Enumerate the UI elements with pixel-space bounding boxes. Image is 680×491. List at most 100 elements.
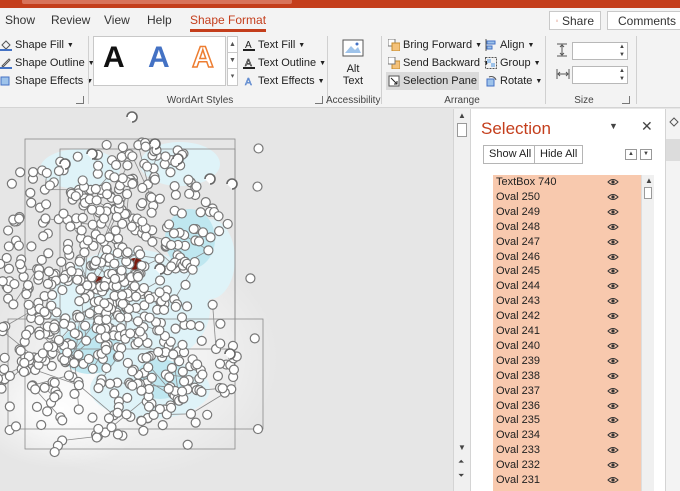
selected-shapes-graphic[interactable] <box>0 109 453 491</box>
previous-slide-icon[interactable]: ⏶ <box>458 457 464 467</box>
alt-text-button[interactable]: Alt Text <box>336 38 370 90</box>
selection-list-item[interactable]: Oval 240 <box>493 339 641 354</box>
visibility-eye-icon[interactable] <box>607 193 619 201</box>
wordart-styles-launcher[interactable] <box>315 96 323 104</box>
visibility-eye-icon[interactable] <box>607 476 619 484</box>
chevron-down-icon[interactable]: ▼ <box>228 53 237 69</box>
bring-forward-order-icon[interactable]: ▲ <box>625 149 637 160</box>
selection-pane-tab[interactable] <box>666 139 680 161</box>
visibility-eye-icon[interactable] <box>607 253 619 261</box>
selection-list-item[interactable]: Oval 241 <box>493 324 641 339</box>
selection-list-item[interactable]: Oval 243 <box>493 294 641 309</box>
visibility-eye-icon[interactable] <box>607 297 619 305</box>
tab-view[interactable]: View <box>104 13 130 27</box>
shape-outline-button[interactable]: Shape Outline ▼ <box>0 54 95 72</box>
scroll-up-icon[interactable]: ▲ <box>458 111 466 120</box>
slide-canvas[interactable] <box>0 109 453 491</box>
close-icon[interactable]: ✕ <box>641 118 653 135</box>
canvas-vertical-scrollbar[interactable]: ▲ ▼ ⏶ ⏷ <box>453 109 470 491</box>
shape-effects-icon <box>0 76 10 86</box>
visibility-eye-icon[interactable] <box>607 342 619 350</box>
tab-show[interactable]: Show <box>5 13 35 27</box>
text-fill-button[interactable]: A Text Fill ▼ <box>243 36 305 54</box>
send-backward-button[interactable]: Send Backward ▼ <box>388 54 490 72</box>
tab-help[interactable]: Help <box>147 13 172 27</box>
wordart-gallery[interactable]: A A A <box>93 36 226 86</box>
selection-list-item[interactable]: Oval 234 <box>493 428 641 443</box>
tab-review[interactable]: Review <box>51 13 90 27</box>
send-backward-order-icon[interactable]: ▼ <box>640 149 652 160</box>
text-outline-button[interactable]: A Text Outline ▼ <box>243 54 326 72</box>
wordart-style-orange-outline[interactable]: A <box>191 40 214 75</box>
visibility-eye-icon[interactable] <box>607 387 619 395</box>
visibility-eye-icon[interactable] <box>607 208 619 216</box>
more-icon[interactable]: ▾ <box>228 69 237 85</box>
shape-height-input[interactable]: ▲ ▼ <box>572 42 628 60</box>
visibility-eye-icon[interactable] <box>607 431 619 439</box>
selection-list-item[interactable]: TextBox 740 <box>493 175 641 190</box>
selection-list-item[interactable]: Oval 245 <box>493 264 641 279</box>
selection-pane-button[interactable]: Selection Pane <box>386 72 479 90</box>
selection-list-item[interactable]: Oval 232 <box>493 458 641 473</box>
shape-fill-button[interactable]: Shape Fill ▼ <box>0 36 74 54</box>
scroll-down-icon[interactable]: ▼ <box>458 443 466 452</box>
selection-list-scrollbar[interactable]: ▲ <box>641 175 654 491</box>
selection-list-item[interactable]: Oval 237 <box>493 384 641 399</box>
group-button[interactable]: Group ▼ <box>485 54 541 72</box>
height-spinner[interactable]: ▲ ▼ <box>619 43 625 59</box>
comments-button[interactable]: Comments <box>607 11 680 30</box>
scroll-up-icon[interactable]: ▲ <box>645 176 653 185</box>
shape-effects-button[interactable]: Shape Effects ▼ <box>0 72 93 90</box>
selection-list-item[interactable]: Oval 249 <box>493 205 641 220</box>
text-effects-button[interactable]: A Text Effects ▼ <box>243 72 325 90</box>
visibility-eye-icon[interactable] <box>607 416 619 424</box>
visibility-eye-icon[interactable] <box>607 327 619 335</box>
show-all-button[interactable]: Show All <box>483 145 538 164</box>
visibility-eye-icon[interactable] <box>607 402 619 410</box>
selection-list-item[interactable]: Oval 242 <box>493 309 641 324</box>
wordart-style-blue[interactable]: A <box>148 41 170 75</box>
scrollbar-thumb[interactable] <box>457 123 467 137</box>
selection-list-item[interactable]: Oval 250 <box>493 190 641 205</box>
selection-list-item[interactable]: Oval 236 <box>493 399 641 414</box>
wordart-gallery-scroll[interactable]: ▲ ▼ ▾ <box>227 36 238 86</box>
selection-list-item[interactable]: Oval 231 <box>493 473 641 488</box>
selection-item-label: Oval 242 <box>496 310 541 323</box>
selection-list-item[interactable]: Oval 244 <box>493 279 641 294</box>
visibility-eye-icon[interactable] <box>607 461 619 469</box>
bring-forward-button[interactable]: Bring Forward ▼ <box>388 36 482 54</box>
tab-shape-format[interactable]: Shape Format <box>190 13 267 32</box>
wordart-style-black[interactable]: A <box>103 41 125 75</box>
visibility-eye-icon[interactable] <box>607 446 619 454</box>
rotate-button[interactable]: Rotate ▼ <box>485 72 542 90</box>
format-shape-icon[interactable] <box>668 115 679 129</box>
selection-list-item[interactable]: Oval 248 <box>493 220 641 235</box>
selection-list-item[interactable]: Oval 247 <box>493 235 641 250</box>
selection-list-item[interactable]: Oval 233 <box>493 443 641 458</box>
width-spinner[interactable]: ▲ ▼ <box>619 67 625 83</box>
search-box[interactable] <box>22 0 292 4</box>
chevron-down-icon: ▼ <box>66 41 74 49</box>
selection-list-item[interactable]: Oval 246 <box>493 250 641 265</box>
shape-width-input[interactable]: ▲ ▼ <box>572 66 628 84</box>
size-launcher[interactable] <box>622 96 630 104</box>
selection-list-item[interactable]: Oval 238 <box>493 369 641 384</box>
visibility-eye-icon[interactable] <box>607 372 619 380</box>
scrollbar-thumb[interactable] <box>644 187 652 199</box>
visibility-eye-icon[interactable] <box>607 238 619 246</box>
visibility-eye-icon[interactable] <box>607 223 619 231</box>
visibility-eye-icon[interactable] <box>607 282 619 290</box>
selection-list-item[interactable]: Oval 235 <box>493 413 641 428</box>
shape-styles-launcher[interactable] <box>76 96 84 104</box>
share-button[interactable]: Share <box>549 11 601 30</box>
selection-list-item[interactable]: Oval 239 <box>493 354 641 369</box>
align-button[interactable]: Align ▼ <box>485 36 534 54</box>
visibility-eye-icon[interactable] <box>607 312 619 320</box>
pane-options-icon[interactable]: ▼ <box>609 121 618 131</box>
hide-all-button[interactable]: Hide All <box>534 145 584 164</box>
visibility-eye-icon[interactable] <box>607 357 619 365</box>
visibility-eye-icon[interactable] <box>607 178 619 186</box>
visibility-eye-icon[interactable] <box>607 267 619 275</box>
chevron-up-icon[interactable]: ▲ <box>228 37 237 53</box>
next-slide-icon[interactable]: ⏷ <box>458 471 464 481</box>
